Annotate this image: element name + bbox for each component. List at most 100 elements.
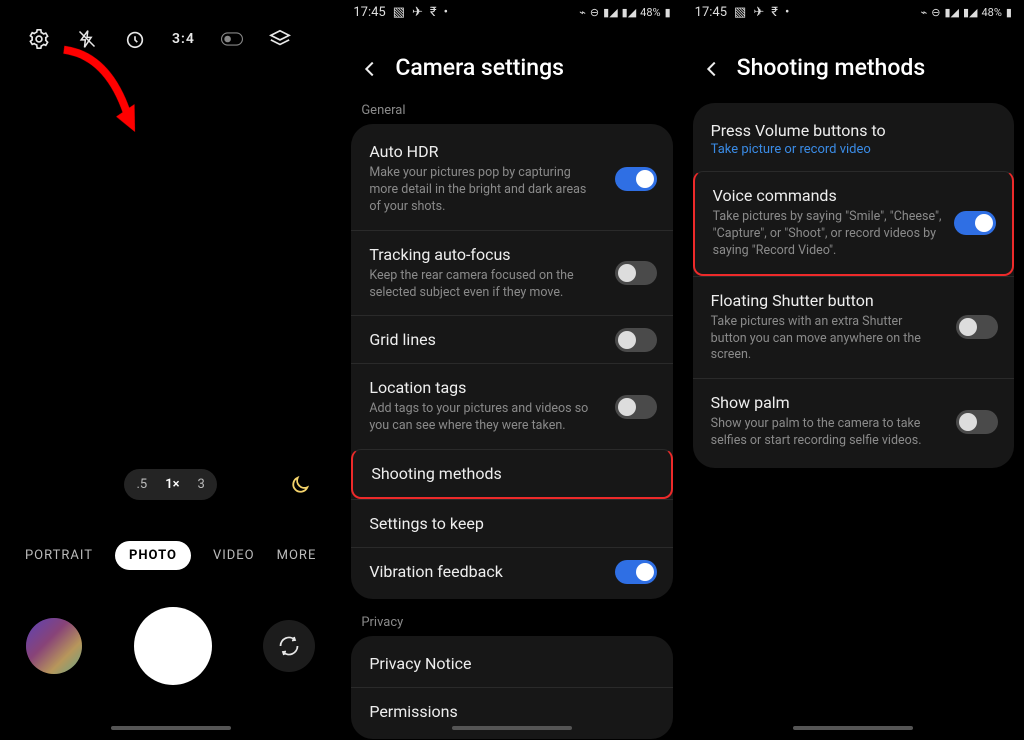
shooting-methods-screen: 17:45 ▧ ✈ ₹ • ⌁ ⊖ ▮◢ ▮◢ 48% ▮ Shooting m… [683, 0, 1024, 740]
page-title: Shooting methods [737, 54, 926, 81]
timer-icon[interactable] [124, 28, 146, 50]
camera-settings-screen: 17:45 ▧ ✈ ₹ • ⌁ ⊖ ▮◢ ▮◢ 48% ▮ Camera set… [341, 0, 682, 740]
row-title: Grid lines [369, 330, 654, 349]
bluetooth-icon: ⌁ [579, 6, 586, 19]
toggle-tracking-autofocus[interactable] [615, 261, 657, 285]
row-floating-shutter[interactable]: Floating Shutter button Take pictures wi… [693, 276, 1014, 379]
bluetooth-icon: ⌁ [921, 6, 928, 19]
row-title: Settings to keep [369, 514, 654, 533]
battery-text: 48% [640, 6, 660, 19]
row-title: Tracking auto-focus [369, 245, 654, 264]
home-indicator[interactable] [793, 726, 913, 730]
section-general-label: General [341, 99, 682, 124]
more-notifications-icon: • [444, 5, 448, 20]
row-show-palm[interactable]: Show palm Show your palm to the camera t… [693, 378, 1014, 464]
row-auto-hdr[interactable]: Auto HDR Make your pictures pop by captu… [351, 128, 672, 230]
zoom-pill[interactable]: .5 1× 3 [124, 469, 216, 500]
zoom-1x[interactable]: 1× [165, 477, 179, 492]
row-subtitle: Keep the rear camera focused on the sele… [369, 268, 599, 302]
camera-top-bar: 3:4 [0, 0, 341, 50]
general-settings-card: Auto HDR Make your pictures pop by captu… [351, 124, 672, 599]
back-icon[interactable] [359, 58, 379, 78]
shutter-button[interactable] [134, 607, 212, 685]
toggle-vibration-feedback[interactable] [615, 560, 657, 584]
settings-header: Shooting methods [683, 20, 1024, 99]
toggle-floating-shutter[interactable] [956, 315, 998, 339]
image-icon: ▧ [734, 5, 746, 20]
row-subtitle: Make your pictures pop by capturing more… [369, 165, 599, 216]
toggle-grid-lines[interactable] [615, 328, 657, 352]
toggle-auto-hdr[interactable] [615, 167, 657, 191]
aspect-ratio-button[interactable]: 3:4 [172, 31, 195, 47]
shooting-methods-card: Press Volume buttons to Take picture or … [693, 103, 1014, 468]
dnd-icon: ⊖ [590, 6, 599, 19]
row-title: Voice commands [713, 186, 994, 205]
settings-header: Camera settings [341, 20, 682, 99]
battery-icon: ▮ [665, 6, 671, 19]
row-shooting-methods[interactable]: Shooting methods [351, 449, 672, 499]
phonepe-icon: ₹ [771, 5, 778, 20]
signal2-icon: ▮◢ [622, 6, 637, 19]
camera-viewfinder-screen: 3:4 .5 1× 3 PORTRAIT PHOTO VIDEO MORE [0, 0, 341, 740]
filters-icon[interactable] [269, 28, 291, 50]
status-time: 17:45 [353, 5, 385, 20]
mode-photo[interactable]: PHOTO [115, 541, 191, 570]
zoom-3x[interactable]: 3 [198, 477, 205, 492]
image-icon: ▧ [393, 5, 405, 20]
row-privacy-notice[interactable]: Privacy Notice [351, 640, 672, 687]
toggle-show-palm[interactable] [956, 410, 998, 434]
row-title: Privacy Notice [369, 654, 654, 673]
row-title: Auto HDR [369, 142, 654, 161]
signal1-icon: ▮◢ [944, 6, 959, 19]
section-privacy-label: Privacy [341, 611, 682, 636]
battery-icon: ▮ [1006, 6, 1012, 19]
row-subtitle: Show your palm to the camera to take sel… [711, 416, 941, 450]
status-bar: 17:45 ▧ ✈ ₹ • ⌁ ⊖ ▮◢ ▮◢ 48% ▮ [683, 0, 1024, 20]
more-notifications-icon: • [785, 5, 789, 20]
row-title: Location tags [369, 378, 654, 397]
home-indicator[interactable] [452, 726, 572, 730]
row-title: Vibration feedback [369, 562, 654, 581]
toggle-voice-commands[interactable] [954, 211, 996, 235]
row-voice-commands[interactable]: Voice commands Take pictures by saying "… [693, 171, 1014, 276]
phonepe-icon: ₹ [430, 5, 437, 20]
camera-mode-selector[interactable]: PORTRAIT PHOTO VIDEO MORE [0, 541, 341, 570]
page-title: Camera settings [395, 54, 564, 81]
toggle-location-tags[interactable] [615, 395, 657, 419]
mode-portrait[interactable]: PORTRAIT [25, 548, 93, 563]
zoom-0.5x[interactable]: .5 [136, 477, 147, 492]
gallery-thumbnail[interactable] [26, 618, 82, 674]
row-vibration-feedback[interactable]: Vibration feedback [351, 547, 672, 595]
home-indicator[interactable] [111, 726, 231, 730]
privacy-settings-card: Privacy Notice Permissions [351, 636, 672, 739]
row-location-tags[interactable]: Location tags Add tags to your pictures … [351, 363, 672, 449]
telegram-icon: ✈ [753, 5, 764, 20]
row-grid-lines[interactable]: Grid lines [351, 315, 672, 363]
row-settings-to-keep[interactable]: Settings to keep [351, 499, 672, 547]
row-title: Permissions [369, 702, 654, 721]
telegram-icon: ✈ [412, 5, 423, 20]
mode-more[interactable]: MORE [277, 548, 317, 563]
signal1-icon: ▮◢ [603, 6, 618, 19]
status-time: 17:45 [695, 5, 727, 20]
row-title: Show palm [711, 393, 996, 412]
row-volume-buttons[interactable]: Press Volume buttons to Take picture or … [693, 107, 1014, 171]
row-title: Shooting methods [371, 464, 652, 483]
row-title: Press Volume buttons to [711, 121, 996, 140]
night-mode-icon[interactable] [289, 474, 311, 500]
signal2-icon: ▮◢ [963, 6, 978, 19]
row-title: Floating Shutter button [711, 291, 996, 310]
mode-video[interactable]: VIDEO [213, 548, 255, 563]
motion-photo-icon[interactable] [221, 28, 243, 50]
shutter-row [0, 607, 341, 685]
flash-icon[interactable] [76, 28, 98, 50]
row-tracking-autofocus[interactable]: Tracking auto-focus Keep the rear camera… [351, 230, 672, 316]
status-bar: 17:45 ▧ ✈ ₹ • ⌁ ⊖ ▮◢ ▮◢ 48% ▮ [341, 0, 682, 20]
switch-camera-button[interactable] [263, 620, 315, 672]
row-subtitle: Take pictures with an extra Shutter butt… [711, 314, 941, 365]
dnd-icon: ⊖ [931, 6, 940, 19]
battery-text: 48% [982, 6, 1002, 19]
row-subtitle: Add tags to your pictures and videos so … [369, 401, 599, 435]
gear-icon[interactable] [28, 28, 50, 50]
back-icon[interactable] [701, 58, 721, 78]
